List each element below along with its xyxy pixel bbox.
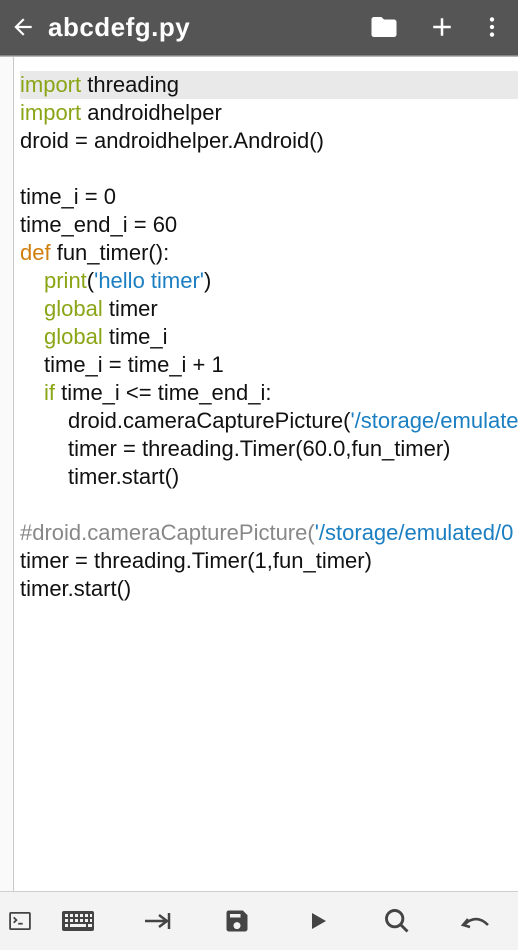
- code-token: androidhelper: [81, 100, 222, 125]
- top-toolbar: abcdefg.py: [0, 0, 518, 54]
- code-token: droid = androidhelper.Android(): [20, 128, 324, 153]
- code-token: time_i <= time_end_i:: [55, 380, 271, 405]
- code-token: fun_timer():: [51, 240, 170, 265]
- code-token: #droid.cameraCapturePicture(: [20, 520, 315, 545]
- code-token: timer: [103, 296, 158, 321]
- code-line[interactable]: droid = androidhelper.Android(): [20, 127, 518, 155]
- code-line[interactable]: time_i = 0: [20, 183, 518, 211]
- code-token: ): [204, 268, 211, 293]
- code-token: timer.start(): [20, 576, 131, 601]
- code-line[interactable]: import androidhelper: [20, 99, 518, 127]
- code-line[interactable]: print('hello timer'): [20, 267, 518, 295]
- console-icon: [9, 912, 31, 930]
- code-line[interactable]: #droid.cameraCapturePicture('/storage/em…: [20, 519, 518, 547]
- code-token: global: [44, 324, 103, 349]
- code-token: timer = threading.Timer(60.0,fun_timer): [68, 436, 451, 461]
- code-token: '/storage/emulated/0: [315, 520, 514, 545]
- toolbar-actions: [356, 0, 512, 54]
- code-line[interactable]: timer = threading.Timer(60.0,fun_timer): [20, 435, 518, 463]
- code-line[interactable]: timer.start(): [20, 575, 518, 603]
- tab-arrow-icon: [143, 910, 173, 932]
- folder-icon: [369, 12, 399, 42]
- new-file-button[interactable]: [414, 0, 470, 54]
- code-content[interactable]: import threadingimport androidhelperdroi…: [14, 71, 518, 603]
- code-token: import: [20, 72, 81, 97]
- keyboard-icon: [61, 910, 95, 932]
- code-token: 'hello timer': [94, 268, 204, 293]
- bottom-toolbar: [0, 891, 518, 950]
- code-line[interactable]: timer = threading.Timer(1,fun_timer): [20, 547, 518, 575]
- back-button[interactable]: [6, 0, 40, 54]
- code-token: threading: [81, 72, 179, 97]
- code-token: '/storage/emulate: [350, 408, 518, 433]
- code-line[interactable]: import threading: [20, 71, 518, 99]
- keyboard-button[interactable]: [38, 892, 118, 950]
- code-token: time_i = 0: [20, 184, 116, 209]
- open-folder-button[interactable]: [356, 0, 412, 54]
- undo-icon: [460, 911, 492, 931]
- code-line[interactable]: droid.cameraCapturePicture('/storage/emu…: [20, 407, 518, 435]
- code-token: droid.cameraCapturePicture(: [68, 408, 350, 433]
- code-line[interactable]: [20, 155, 518, 183]
- plus-icon: [427, 12, 457, 42]
- more-menu-button[interactable]: [472, 0, 512, 54]
- code-line[interactable]: time_i = time_i + 1: [20, 351, 518, 379]
- code-token: time_i = time_i + 1: [44, 352, 224, 377]
- save-icon: [223, 907, 251, 935]
- code-token: def: [20, 240, 51, 265]
- arrow-left-icon: [10, 14, 36, 40]
- save-button[interactable]: [197, 892, 277, 950]
- run-button[interactable]: [277, 892, 357, 950]
- code-token: time_end_i = 60: [20, 212, 177, 237]
- code-token: timer.start(): [68, 464, 179, 489]
- search-icon: [383, 907, 411, 935]
- search-button[interactable]: [357, 892, 437, 950]
- code-token: time_i: [103, 324, 168, 349]
- file-title: abcdefg.py: [48, 12, 356, 43]
- code-line[interactable]: def fun_timer():: [20, 239, 518, 267]
- tab-indent-button[interactable]: [118, 892, 198, 950]
- code-token: import: [20, 100, 81, 125]
- play-icon: [305, 909, 329, 933]
- editor-gutter: [0, 57, 14, 891]
- more-vert-icon: [479, 14, 505, 40]
- code-token: if: [44, 380, 55, 405]
- code-line[interactable]: timer.start(): [20, 463, 518, 491]
- code-token: global: [44, 296, 103, 321]
- code-line[interactable]: [20, 491, 518, 519]
- code-token: timer = threading.Timer(1,fun_timer): [20, 548, 372, 573]
- code-line[interactable]: global time_i: [20, 323, 518, 351]
- code-line[interactable]: time_end_i = 60: [20, 211, 518, 239]
- code-editor[interactable]: import threadingimport androidhelperdroi…: [0, 57, 518, 891]
- undo-button[interactable]: [436, 892, 516, 950]
- code-line[interactable]: global timer: [20, 295, 518, 323]
- console-button[interactable]: [2, 892, 38, 950]
- code-line[interactable]: if time_i <= time_end_i:: [20, 379, 518, 407]
- code-token: print: [44, 268, 87, 293]
